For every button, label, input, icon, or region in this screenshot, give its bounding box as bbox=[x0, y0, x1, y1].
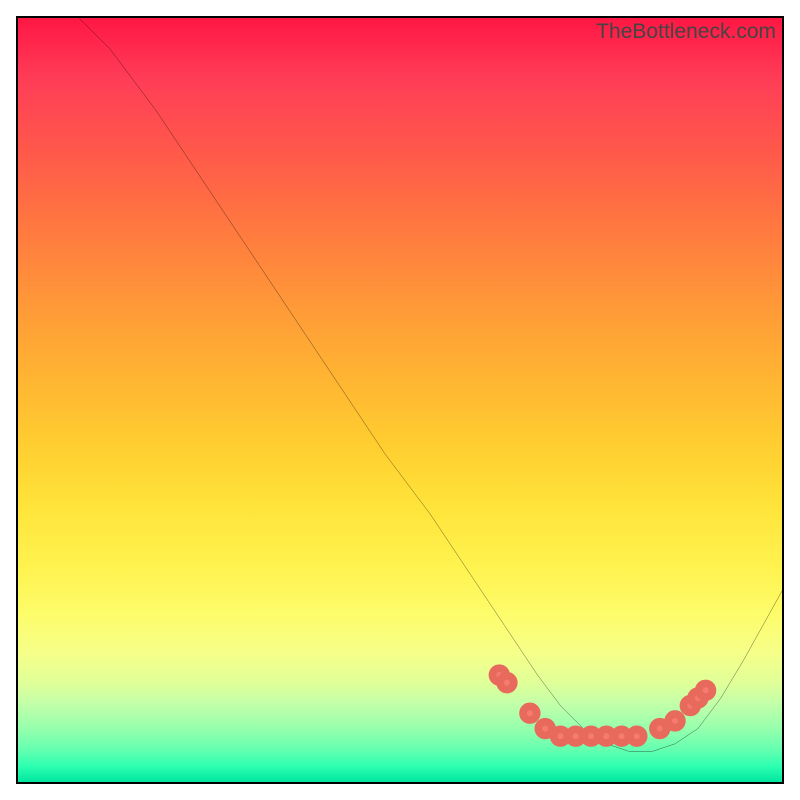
marker-dot bbox=[500, 676, 514, 690]
curve-svg bbox=[18, 18, 782, 782]
bottleneck-curve bbox=[79, 18, 782, 751]
marker-dots bbox=[492, 668, 712, 743]
chart-container: TheBottleneck.com bbox=[0, 0, 800, 800]
watermark-text: TheBottleneck.com bbox=[596, 20, 776, 44]
marker-dot bbox=[668, 714, 682, 728]
plot-area: TheBottleneck.com bbox=[16, 16, 784, 784]
marker-dot bbox=[523, 706, 537, 720]
marker-dot bbox=[630, 729, 644, 743]
marker-dot bbox=[653, 722, 667, 736]
marker-dot bbox=[538, 722, 552, 736]
marker-dot bbox=[699, 683, 713, 697]
